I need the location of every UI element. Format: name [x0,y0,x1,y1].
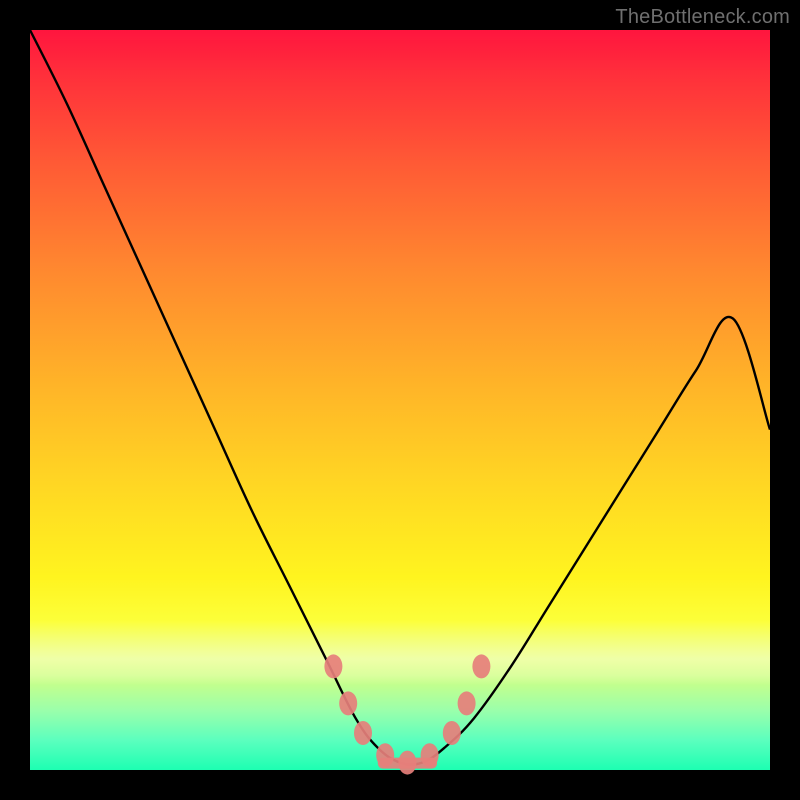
markers-group [324,654,490,774]
watermark-text: TheBottleneck.com [615,6,790,29]
bottleneck-curve [30,30,770,765]
valley-left-upper [324,654,342,678]
valley-right-mid [458,691,476,715]
valley-right-lower [443,721,461,745]
valley-flat-segment [378,758,437,769]
valley-left-lower [354,721,372,745]
chart-frame: TheBottleneck.com [0,0,800,800]
valley-right-upper [472,654,490,678]
chart-svg [30,30,770,770]
valley-left-mid [339,691,357,715]
curve-group [30,30,770,765]
